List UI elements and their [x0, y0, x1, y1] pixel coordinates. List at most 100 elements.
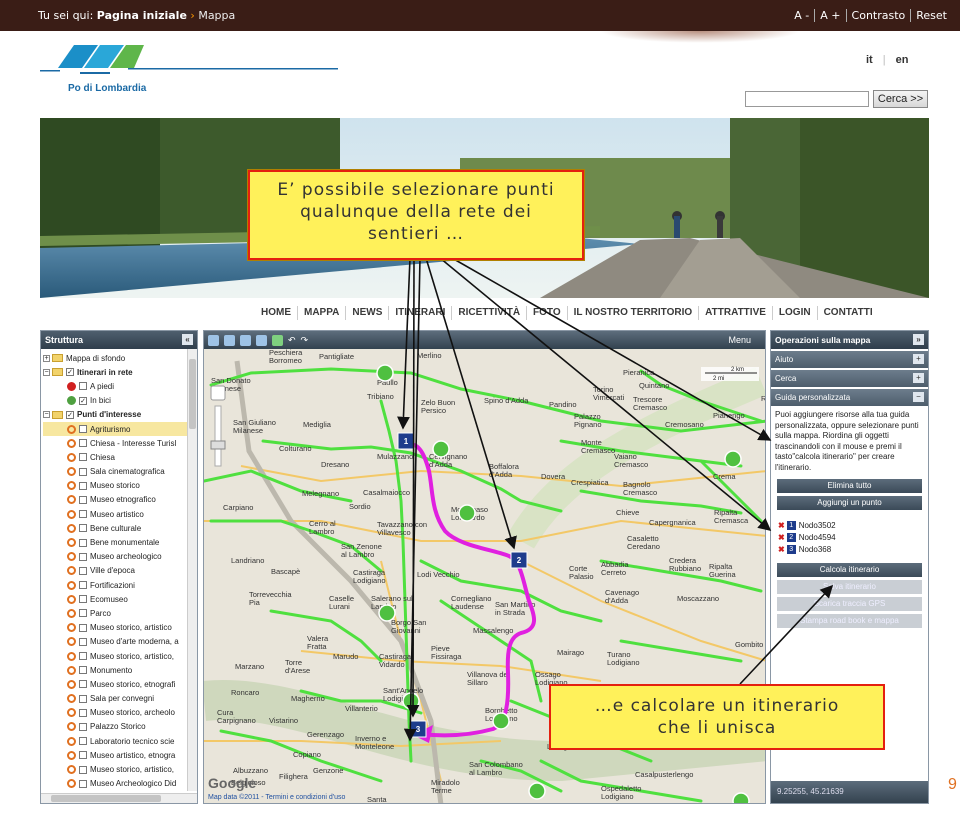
nav-login[interactable]: LOGIN: [771, 306, 817, 320]
layer-checkbox[interactable]: [79, 495, 87, 504]
map-attribution[interactable]: Map data ©2011 - Termini e condizioni d'…: [208, 794, 345, 801]
breadcrumb-home-link[interactable]: Pagina iniziale: [97, 9, 187, 22]
tree-item[interactable]: Ecomuseo: [43, 592, 197, 606]
nav-attrattive[interactable]: ATTRATTIVE: [698, 306, 772, 320]
map-menu-button[interactable]: Menu: [728, 335, 765, 345]
nav-foto[interactable]: FOTO: [526, 306, 567, 320]
layer-checkbox[interactable]: [79, 623, 87, 632]
download-gps-button[interactable]: Scarica traccia GPS: [777, 597, 922, 611]
collapse-left-icon[interactable]: «: [182, 334, 193, 345]
tree-item[interactable]: Museo Archeologico Did: [43, 777, 197, 791]
layer-checkbox[interactable]: [79, 538, 87, 547]
collapse-right-icon[interactable]: »: [913, 334, 924, 345]
layer-checkbox[interactable]: [79, 524, 87, 533]
layer-checkbox[interactable]: [79, 666, 87, 675]
layer-checkbox[interactable]: [79, 609, 87, 618]
remove-node-icon[interactable]: ✖: [778, 545, 785, 554]
tree-hscroll-thumb[interactable]: [51, 795, 161, 802]
expand-icon[interactable]: +: [913, 373, 924, 383]
tree-item[interactable]: Parco: [43, 606, 197, 620]
tree-item[interactable]: Museo d'arte moderna, a: [43, 635, 197, 649]
tree-item[interactable]: ✓ In bici: [43, 394, 197, 408]
tree-scroll-thumb[interactable]: [189, 359, 196, 429]
calculate-route-button[interactable]: Calcola itinerario: [777, 563, 922, 577]
clear-all-button[interactable]: Elimina tutto: [777, 479, 922, 493]
tree-item[interactable]: Bene monumentale: [43, 535, 197, 549]
tree-item[interactable]: + Mappa di sfondo: [43, 351, 197, 365]
tree-item[interactable]: Museo archeologico: [43, 550, 197, 564]
layer-checkbox[interactable]: [79, 481, 87, 490]
search-button[interactable]: Cerca >>: [873, 90, 928, 108]
remove-node-icon[interactable]: ✖: [778, 533, 785, 542]
tree-item[interactable]: Fortificazioni: [43, 578, 197, 592]
tree-item[interactable]: Ville d'epoca: [43, 564, 197, 578]
tree-item[interactable]: Bene culturale: [43, 521, 197, 535]
layer-checkbox[interactable]: [79, 382, 87, 391]
layer-checkbox[interactable]: [79, 439, 87, 448]
layer-checkbox[interactable]: ✓: [79, 396, 87, 405]
nav-contatti[interactable]: CONTATTI: [816, 306, 879, 320]
layer-checkbox[interactable]: [79, 467, 87, 476]
tree-item[interactable]: Museo etnografico: [43, 493, 197, 507]
route-node-item[interactable]: ✖ 3 Nodo368: [771, 543, 928, 555]
layer-checkbox[interactable]: [79, 581, 87, 590]
expand-icon[interactable]: +: [43, 354, 50, 362]
nav-ricettivita[interactable]: RICETTIVITÀ: [451, 306, 526, 320]
save-route-button[interactable]: Salva itinerario: [777, 580, 922, 594]
zoom-in-tool-icon[interactable]: [240, 334, 251, 346]
tree-item[interactable]: − ✓ Punti d'interesse: [43, 408, 197, 422]
tree-item[interactable]: Chiesa: [43, 450, 197, 464]
tree-item[interactable]: Museo storico, artistico,: [43, 762, 197, 776]
zoom-out-tool-icon[interactable]: [256, 334, 267, 346]
tree-item[interactable]: Museo artistico, etnogra: [43, 748, 197, 762]
search-input[interactable]: [745, 91, 869, 107]
route-node-item[interactable]: ✖ 2 Nodo4594: [771, 531, 928, 543]
layer-checkbox[interactable]: [79, 708, 87, 717]
layer-checkbox[interactable]: [79, 453, 87, 462]
tree-item[interactable]: Museo storico, artistico: [43, 621, 197, 635]
tree-horizontal-scrollbar[interactable]: [41, 793, 197, 803]
layer-checkbox[interactable]: [79, 595, 87, 604]
layer-checkbox[interactable]: [79, 552, 87, 561]
layer-checkbox[interactable]: [79, 751, 87, 760]
print-roadbook-button[interactable]: Stampa road book e mappa: [777, 614, 922, 628]
layer-checkbox[interactable]: [79, 637, 87, 646]
tree-item[interactable]: Museo storico, etnografi: [43, 677, 197, 691]
nav-territorio[interactable]: IL NOSTRO TERRITORIO: [566, 306, 699, 320]
tree-item[interactable]: − ✓ Itinerari in rete: [43, 365, 197, 379]
font-decrease-link[interactable]: A -: [789, 9, 814, 22]
google-logo[interactable]: Google: [208, 775, 256, 791]
layer-checkbox[interactable]: [79, 652, 87, 661]
nav-home[interactable]: HOME: [255, 306, 297, 320]
undo-icon[interactable]: ↶: [288, 335, 296, 346]
nav-mappa[interactable]: MAPPA: [297, 306, 345, 320]
full-extent-icon[interactable]: [272, 334, 283, 346]
contrast-link[interactable]: Contrasto: [845, 9, 911, 22]
collapse-icon[interactable]: −: [43, 368, 50, 376]
layer-checkbox[interactable]: [79, 765, 87, 774]
font-increase-link[interactable]: A +: [814, 9, 845, 22]
tree-item[interactable]: Sala per convegni: [43, 692, 197, 706]
expand-icon[interactable]: +: [913, 354, 924, 364]
tree-item[interactable]: Sala cinematografica: [43, 465, 197, 479]
layer-checkbox[interactable]: [79, 694, 87, 703]
nav-itinerari[interactable]: ITINERARI: [388, 306, 451, 320]
select-tool-icon[interactable]: [208, 334, 219, 346]
route-node-item[interactable]: ✖ 1 Nodo3502: [771, 519, 928, 531]
tree-item[interactable]: Laboratorio tecnico scie: [43, 734, 197, 748]
layer-checkbox[interactable]: [79, 779, 87, 788]
tree-item[interactable]: Agriturismo: [43, 421, 197, 437]
tree-item[interactable]: Museo storico, artistico,: [43, 649, 197, 663]
section-cerca[interactable]: Cerca +: [771, 370, 928, 387]
layer-checkbox[interactable]: [79, 737, 87, 746]
nav-news[interactable]: NEWS: [345, 306, 388, 320]
lang-en-link[interactable]: en: [896, 54, 909, 66]
layer-checkbox[interactable]: [79, 722, 87, 731]
layer-checkbox[interactable]: [79, 680, 87, 689]
remove-node-icon[interactable]: ✖: [778, 521, 785, 530]
tree-item[interactable]: A piedi: [43, 379, 197, 393]
layer-checkbox[interactable]: [79, 425, 87, 434]
layer-checkbox[interactable]: [79, 510, 87, 519]
layer-checkbox[interactable]: ✓: [66, 368, 74, 377]
section-aiuto[interactable]: Aiuto +: [771, 351, 928, 368]
